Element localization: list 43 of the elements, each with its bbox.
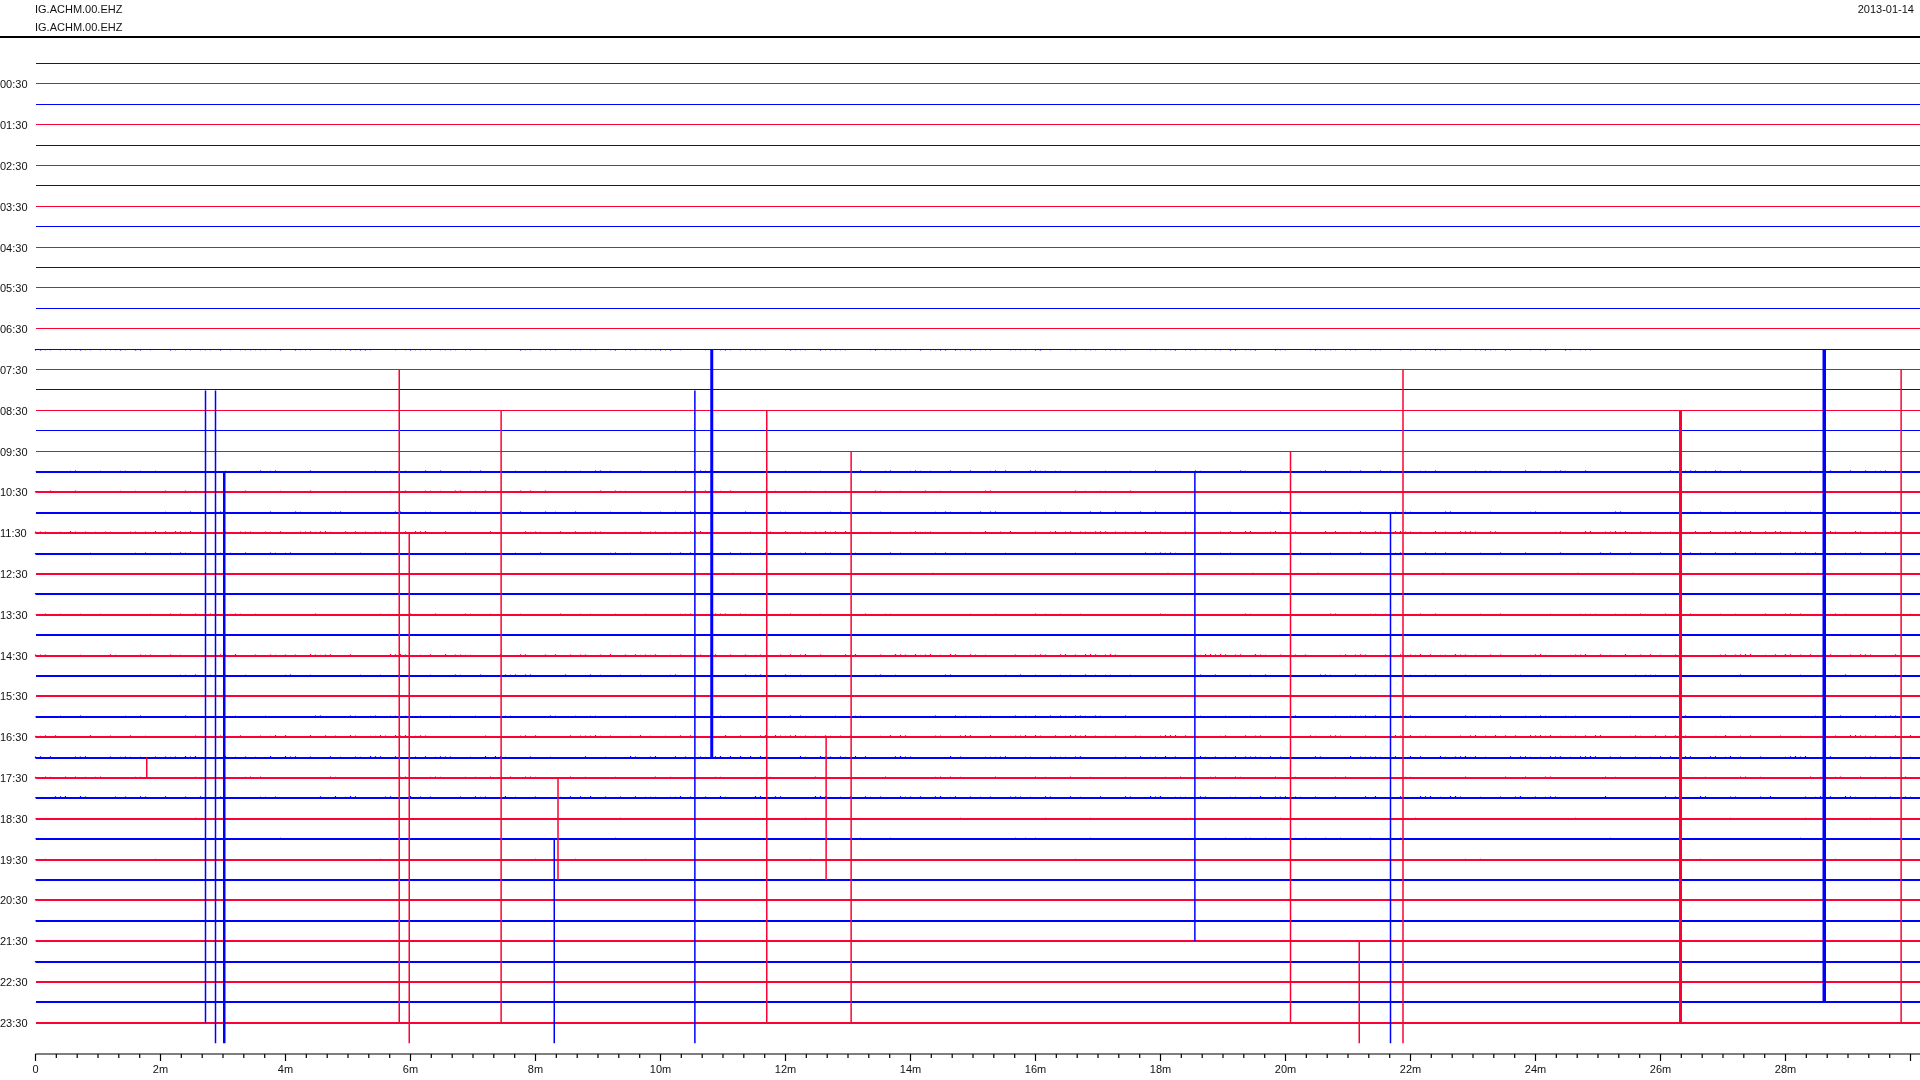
axis-tick-label: 26m: [1649, 1063, 1672, 1075]
time-label: 20:30: [0, 894, 28, 906]
time-label: 18:30: [0, 813, 28, 825]
axis-tick-label: 6m: [402, 1063, 419, 1075]
time-label: 21:30: [0, 935, 28, 947]
time-label: 02:30: [0, 160, 28, 172]
time-label: 16:30: [0, 731, 28, 743]
time-label: 15:30: [0, 690, 28, 702]
axis-tick-label: 10m: [649, 1063, 672, 1075]
time-label: 19:30: [0, 854, 28, 866]
station-label: IG.ACHM.00.EHZ: [35, 20, 123, 35]
station-label: IG.ACHM.00.EHZ: [35, 2, 123, 17]
spike-line: [146, 756, 148, 779]
time-label: 10:30: [0, 486, 28, 498]
axis-tick-label: 16m: [1024, 1063, 1047, 1075]
time-label: 14:30: [0, 650, 28, 662]
time-label: 05:30: [0, 282, 28, 294]
date-label: 2013-01-14: [1857, 2, 1914, 17]
time-label: 01:30: [0, 119, 28, 131]
axis-tick-label: 24m: [1524, 1063, 1547, 1075]
axis-tick-label: 12m: [774, 1063, 797, 1075]
time-label: 06:30: [0, 323, 28, 335]
time-label: 23:30: [0, 1017, 28, 1029]
time-label: 12:30: [0, 568, 28, 580]
axis-tick-label: 28m: [1774, 1063, 1797, 1075]
time-label: 17:30: [0, 772, 28, 784]
axis-tick-label: 4m: [277, 1063, 294, 1075]
time-label: 08:30: [0, 405, 28, 417]
time-label: 11:30: [0, 527, 27, 539]
time-label: 00:30: [0, 78, 28, 90]
axis-tick-label: 18m: [1149, 1063, 1172, 1075]
time-label: 13:30: [0, 609, 28, 621]
axis-tick-label: 2m: [152, 1063, 169, 1075]
axis-tick-label: 22m: [1399, 1063, 1422, 1075]
time-label: 04:30: [0, 242, 28, 254]
time-label: 07:30: [0, 364, 28, 376]
axis-tick-label: 14m: [899, 1063, 922, 1075]
axis-tick-label: 0: [32, 1063, 39, 1075]
axis-tick-label: 20m: [1274, 1063, 1297, 1075]
axis-tick-label: 8m: [527, 1063, 544, 1075]
time-label: 09:30: [0, 446, 28, 458]
time-label: 03:30: [0, 201, 28, 213]
time-label: 22:30: [0, 976, 28, 988]
